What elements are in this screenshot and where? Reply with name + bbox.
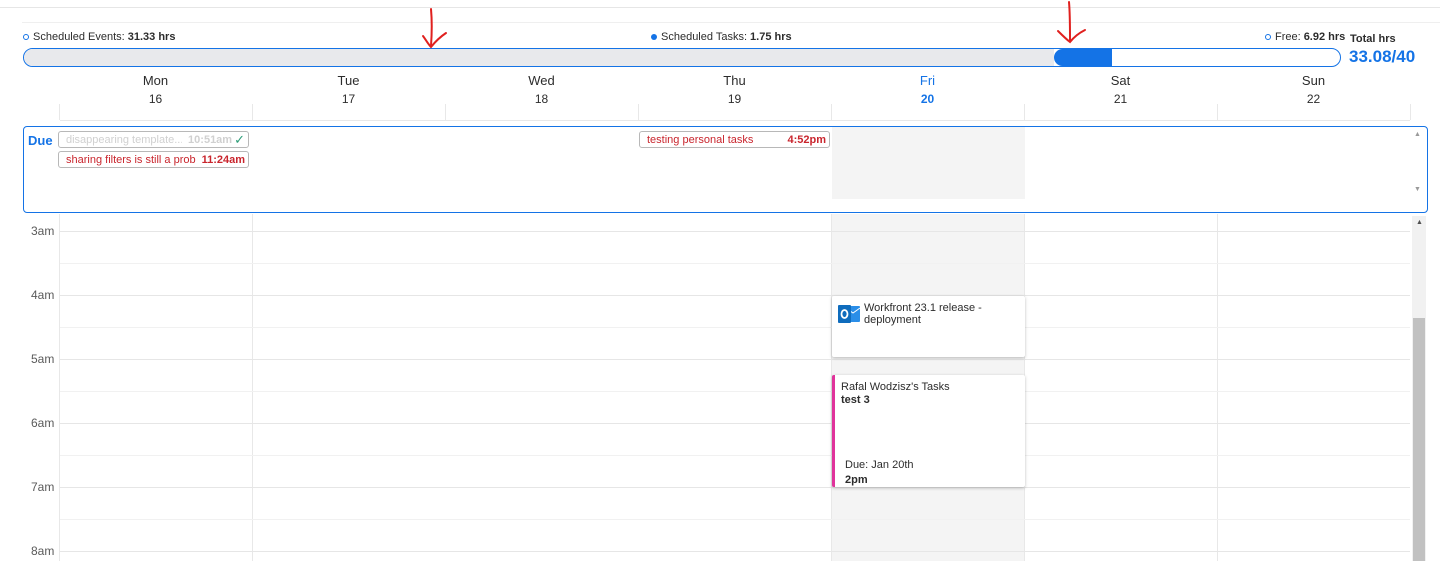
day-number: 21 bbox=[1113, 92, 1128, 106]
due-task-title: testing personal tasks bbox=[647, 133, 754, 146]
hour-gridline bbox=[60, 295, 1410, 296]
day-name: Thu bbox=[723, 73, 746, 88]
day-name: Fri bbox=[919, 73, 936, 88]
half-hour-gridline bbox=[60, 263, 1410, 264]
scroll-up-icon[interactable]: ▲ bbox=[1416, 219, 1423, 226]
day-number: 16 bbox=[148, 92, 163, 106]
day-header-thu[interactable]: Thu 19 bbox=[638, 72, 831, 108]
half-hour-gridline bbox=[60, 519, 1410, 520]
header-column-divider bbox=[59, 104, 60, 120]
day-header-sat[interactable]: Sat 21 bbox=[1024, 72, 1217, 108]
grid-column-divider bbox=[59, 214, 60, 561]
due-task-chip[interactable]: disappearing template... 10:51am ✓ bbox=[58, 131, 249, 148]
scheduled-task-block[interactable]: Rafal Wodzisz's Tasks test 3 Due: Jan 20… bbox=[832, 375, 1025, 487]
total-hours-label: Total hrs bbox=[1350, 33, 1396, 45]
events-label: Scheduled Events: bbox=[33, 31, 125, 43]
due-task-time: 10:51am bbox=[188, 133, 233, 146]
day-number: 22 bbox=[1306, 92, 1321, 106]
event-title: Workfront 23.1 release - deployment bbox=[864, 302, 982, 326]
outlook-icon bbox=[838, 305, 861, 323]
hour-label: 7am bbox=[31, 480, 55, 494]
day-number: 17 bbox=[341, 92, 356, 106]
day-header-mon[interactable]: Mon 16 bbox=[59, 72, 252, 108]
day-name: Sat bbox=[1110, 73, 1131, 88]
header-divider bbox=[60, 120, 1410, 121]
hour-gridline bbox=[60, 231, 1410, 232]
day-name: Wed bbox=[528, 73, 555, 88]
events-legend-dot bbox=[23, 34, 29, 40]
hour-gridline bbox=[60, 359, 1410, 360]
scheduled-tasks-segment bbox=[1054, 49, 1113, 66]
half-hour-gridline bbox=[60, 327, 1410, 328]
due-scroll-up-icon[interactable]: ▲ bbox=[1414, 131, 1421, 138]
due-task-chip[interactable]: testing personal tasks 4:52pm bbox=[639, 131, 830, 148]
header-column-divider bbox=[1217, 104, 1218, 120]
task-due-time: 2pm bbox=[845, 474, 868, 486]
half-hour-gridline bbox=[60, 391, 1410, 392]
events-value: 31.33 hrs bbox=[127, 31, 176, 43]
hour-label: 6am bbox=[31, 416, 55, 430]
checkmark-icon: ✓ bbox=[234, 131, 245, 147]
hour-gridline bbox=[60, 487, 1410, 488]
scrollbar-thumb[interactable] bbox=[1413, 318, 1425, 561]
hour-gridline bbox=[60, 551, 1410, 552]
calendar-event[interactable]: Workfront 23.1 release - deployment bbox=[832, 296, 1025, 357]
scheduled-events-segment bbox=[24, 49, 1055, 66]
day-name: Sun bbox=[1301, 73, 1326, 88]
due-task-time: 11:24am bbox=[201, 153, 245, 166]
due-scroll-down-icon[interactable]: ▼ bbox=[1414, 186, 1421, 193]
hour-label: 5am bbox=[31, 352, 55, 366]
calendar-scrollbar[interactable] bbox=[1412, 216, 1426, 561]
free-legend-dot bbox=[1265, 34, 1271, 40]
due-task-time: 4:52pm bbox=[787, 133, 826, 146]
hour-label: 3am bbox=[31, 224, 55, 238]
hour-label: 8am bbox=[31, 544, 55, 558]
header-column-divider bbox=[831, 104, 832, 120]
due-task-chip[interactable]: sharing filters is still a prob... 11:24… bbox=[58, 151, 249, 168]
header-column-divider bbox=[1024, 104, 1025, 120]
day-header-fri[interactable]: Fri 20 bbox=[831, 72, 1024, 108]
free-summary: Free: 6.92 hrs bbox=[1265, 31, 1345, 43]
top-divider bbox=[0, 7, 1440, 8]
scheduled-tasks-summary: Scheduled Tasks: 1.75 hrs bbox=[651, 31, 792, 43]
annotation-arrow-icon bbox=[1057, 1, 1086, 44]
header-column-divider bbox=[252, 104, 253, 120]
header-column-divider bbox=[1410, 104, 1411, 120]
task-due-date: Due: Jan 20th bbox=[845, 459, 914, 471]
day-header-sun[interactable]: Sun 22 bbox=[1217, 72, 1410, 108]
tasks-legend-dot bbox=[651, 34, 657, 40]
task-name: test 3 bbox=[841, 394, 870, 406]
day-header-tue[interactable]: Tue 17 bbox=[252, 72, 445, 108]
tasks-value: 1.75 hrs bbox=[750, 31, 792, 43]
half-hour-gridline bbox=[60, 455, 1410, 456]
scheduled-events-summary: Scheduled Events: 31.33 hrs bbox=[23, 31, 175, 43]
due-label: Due bbox=[28, 133, 53, 148]
summary-divider bbox=[22, 22, 1440, 23]
due-task-title: sharing filters is still a prob... bbox=[66, 153, 196, 166]
free-label: Free: bbox=[1275, 31, 1301, 43]
grid-column-divider bbox=[1217, 214, 1218, 561]
total-hours-value: 33.08/40 bbox=[1349, 47, 1416, 66]
hour-label: 4am bbox=[31, 288, 55, 302]
capacity-progress-bar bbox=[23, 48, 1341, 67]
grid-column-divider bbox=[252, 214, 253, 561]
free-value: 6.92 hrs bbox=[1303, 31, 1346, 43]
day-number: 18 bbox=[534, 92, 549, 106]
tasks-label: Scheduled Tasks: bbox=[661, 31, 748, 43]
due-task-title: disappearing template... bbox=[66, 133, 183, 146]
task-owner: Rafal Wodzisz's Tasks bbox=[841, 381, 950, 393]
day-name: Mon bbox=[142, 73, 169, 88]
day-number: 20 bbox=[920, 92, 935, 106]
header-column-divider bbox=[445, 104, 446, 120]
hour-gridline bbox=[60, 423, 1410, 424]
header-column-divider bbox=[638, 104, 639, 120]
annotation-arrow-icon bbox=[422, 8, 447, 49]
day-header-wed[interactable]: Wed 18 bbox=[445, 72, 638, 108]
day-number: 19 bbox=[727, 92, 742, 106]
day-name: Tue bbox=[337, 73, 360, 88]
